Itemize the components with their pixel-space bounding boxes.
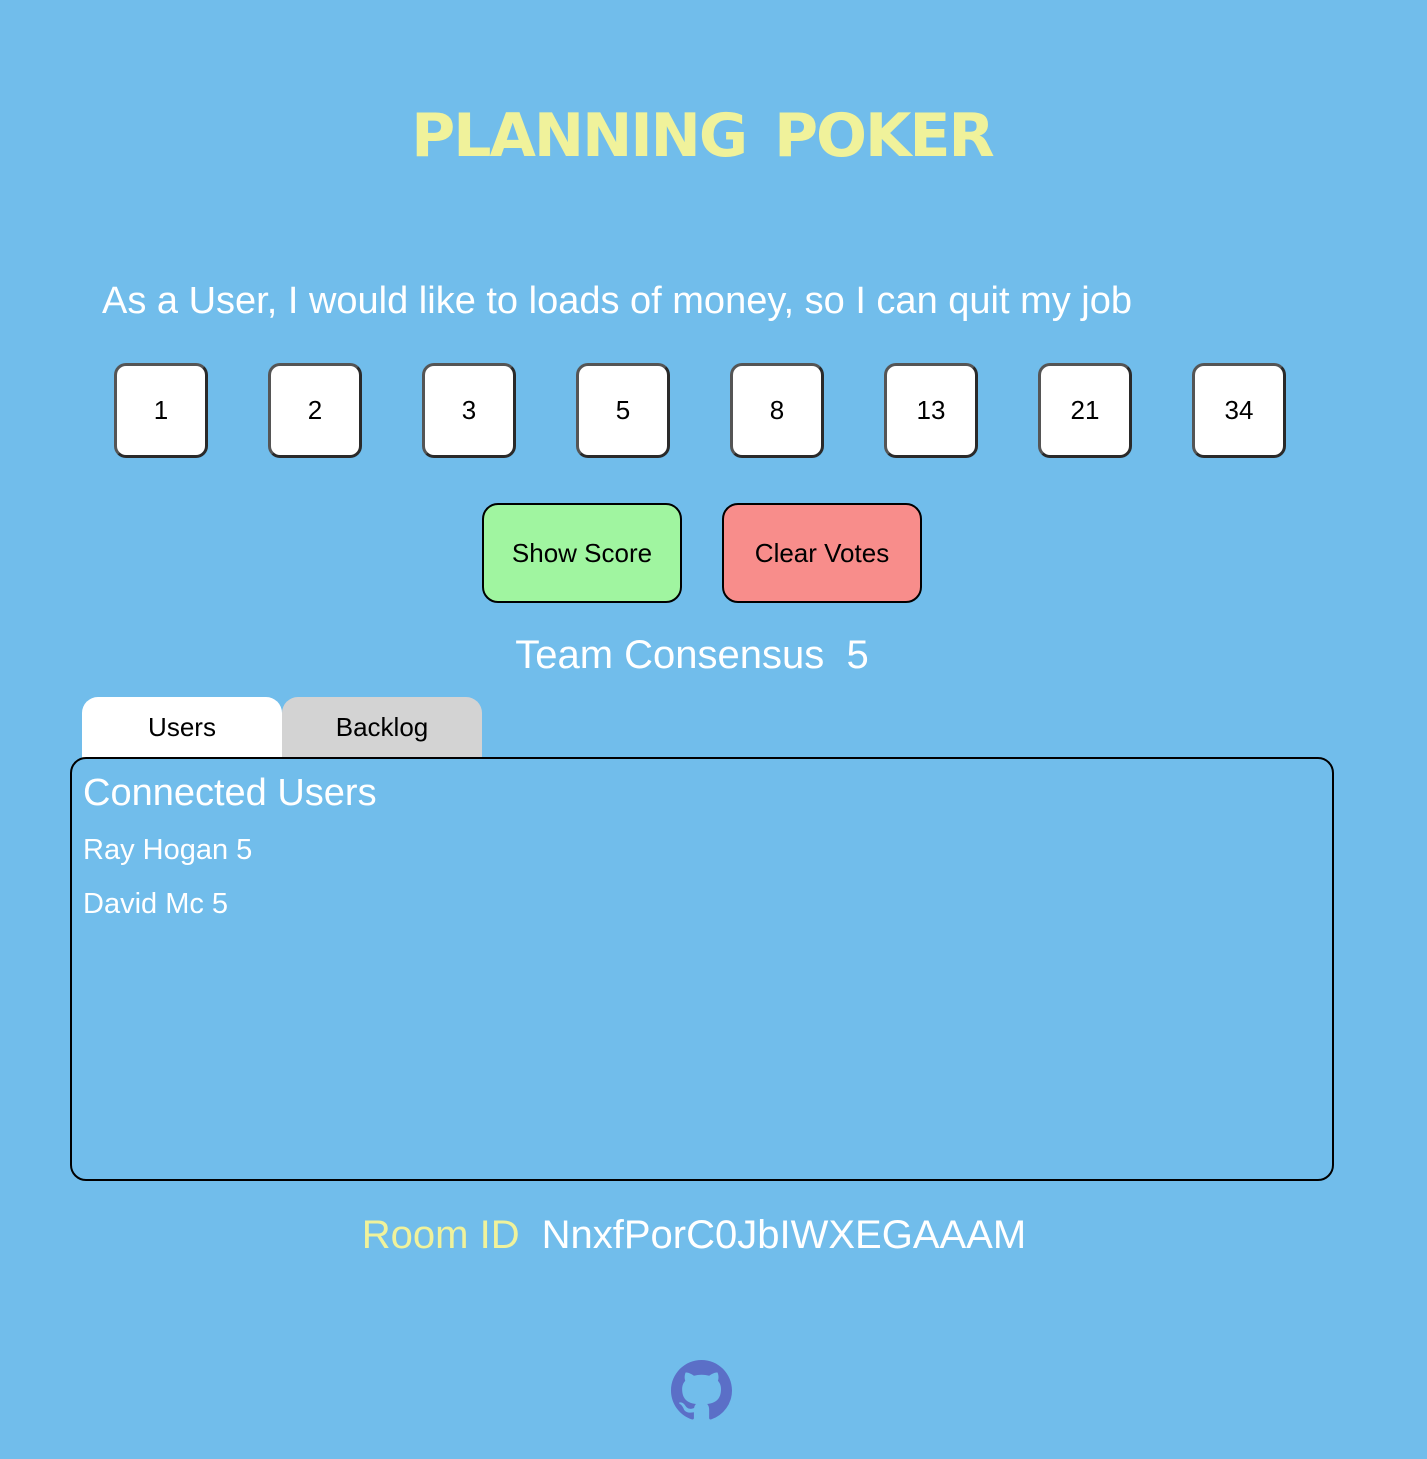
- user-row: Ray Hogan 5: [83, 834, 253, 866]
- room-id-value: NnxfPorC0JbIWXEGAAAM: [541, 1213, 1027, 1257]
- vote-card-13[interactable]: 13: [884, 363, 978, 458]
- tab-users[interactable]: Users: [82, 697, 282, 758]
- room-id-row: Room ID NnxfPorC0JbIWXEGAAAM: [0, 1210, 1388, 1260]
- vote-card-8[interactable]: 8: [730, 363, 824, 458]
- github-link[interactable]: [671, 1360, 732, 1421]
- user-row: David Mc 5: [83, 888, 229, 920]
- user-story: As a User, I would like to loads of mone…: [102, 280, 1133, 322]
- show-score-button[interactable]: Show Score: [482, 503, 682, 603]
- vote-card-5[interactable]: 5: [576, 363, 670, 458]
- vote-card-2[interactable]: 2: [268, 363, 362, 458]
- clear-votes-button[interactable]: Clear Votes: [722, 503, 922, 603]
- users-panel: Connected Users Ray Hogan 5 David Mc 5: [70, 757, 1334, 1181]
- github-icon: [671, 1360, 732, 1420]
- team-consensus: Team Consensus 5: [0, 630, 1384, 680]
- vote-card-1[interactable]: 1: [114, 363, 208, 458]
- vote-card-34[interactable]: 34: [1192, 363, 1286, 458]
- connected-users-heading: Connected Users: [83, 772, 377, 814]
- app-title: Planning Poker: [411, 77, 994, 177]
- tab-backlog[interactable]: Backlog: [282, 697, 482, 758]
- consensus-value: 5: [846, 633, 869, 677]
- vote-card-21[interactable]: 21: [1038, 363, 1132, 458]
- consensus-label: Team Consensus: [515, 633, 825, 677]
- room-id-label: Room ID: [361, 1213, 520, 1257]
- vote-card-3[interactable]: 3: [422, 363, 516, 458]
